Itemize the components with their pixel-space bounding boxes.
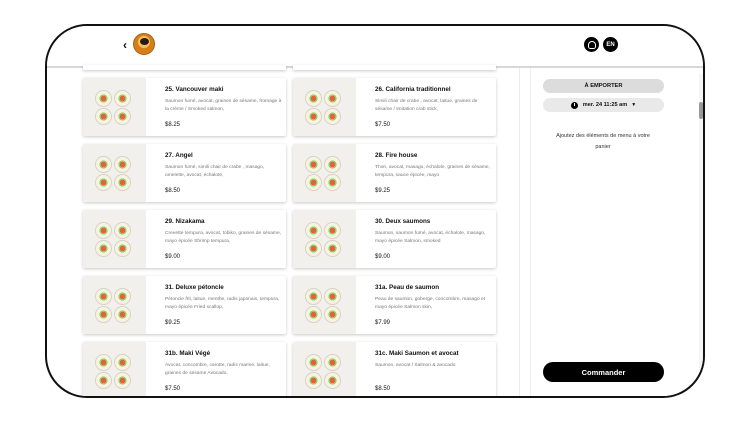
- clock-icon: [570, 101, 578, 109]
- menu-item-price: $8.25: [165, 122, 181, 128]
- menu-item-card[interactable]: 31a. Peau de saumon Peau de saumon, gobe…: [293, 276, 496, 334]
- menu-item-description: Thon, avocat, masago, échalote, graines …: [375, 165, 490, 178]
- order-button[interactable]: Commander: [543, 362, 664, 382]
- sushi-image: [83, 342, 146, 396]
- sushi-image: [293, 78, 356, 136]
- profile-glyph: [587, 40, 596, 49]
- menu-item-title: 27. Angel: [165, 152, 193, 159]
- sushi-image: [293, 276, 356, 334]
- language-button[interactable]: EN: [603, 37, 618, 52]
- menu-item-title: 31a. Peau de saumon: [375, 284, 440, 291]
- sushi-image: [83, 144, 146, 202]
- menu-item-price: $9.25: [375, 188, 391, 194]
- menu-item-title: 31b. Maki Végé: [165, 350, 211, 357]
- empty-cart-message: Ajoutez des éléments de menu à votre pan…: [556, 133, 650, 150]
- menu-item-title: 28. Fire house: [375, 152, 418, 159]
- menu-item-description: Avocat, concombre, carotte, radis mariné…: [165, 363, 270, 376]
- menu-item-card[interactable]: 30. Deux saumons Saumon, saumon fumé, av…: [293, 210, 496, 268]
- menu-item-price: $9.25: [165, 320, 181, 326]
- menu-item-price: $8.50: [375, 386, 391, 392]
- menu-item-description: Pétoncle frit, laitue, menthe, radis jap…: [165, 297, 280, 310]
- menu-item-title: 26. California traditionnel: [375, 86, 451, 93]
- sushi-image: [83, 210, 146, 268]
- partial-card-top: [83, 65, 286, 70]
- menu-cards: 25. Vancouver maki Saumon fumé, avocat, …: [83, 65, 503, 396]
- menu-item-price: $7.50: [375, 122, 391, 128]
- content-divider: [519, 68, 520, 396]
- sushi-image: [83, 78, 146, 136]
- menu-item-card[interactable]: 31c. Maki Saumon et avocat Saumon, avoca…: [293, 342, 496, 396]
- sushi-image: [293, 342, 356, 396]
- profile-icon[interactable]: [584, 37, 599, 52]
- top-navigation: ‹ EN: [47, 26, 703, 68]
- scrollbar-thumb[interactable]: [699, 102, 703, 119]
- menu-item-card[interactable]: 31b. Maki Végé Avocat, concombre, carott…: [83, 342, 286, 396]
- menu-item-description: Saumon fumé, avocat, graines de sésame, …: [165, 99, 282, 112]
- menu-item-title: 29. Nizakama: [165, 218, 205, 225]
- menu-item-card[interactable]: 27. Angel Saumon fumé, simili chair de c…: [83, 144, 286, 202]
- app-frame: ‹ EN 25. Vancouver maki Saumon fumé, avo…: [45, 24, 705, 398]
- pickup-time-selector[interactable]: mer. 24 11:25 am ▼: [543, 98, 664, 112]
- restaurant-logo[interactable]: [133, 33, 155, 55]
- menu-item-description: Saumon fumé, simili chair de crabe , mas…: [165, 165, 265, 178]
- menu-list-area[interactable]: 25. Vancouver maki Saumon fumé, avocat, …: [47, 65, 522, 396]
- caret-down-icon: ▼: [631, 102, 637, 108]
- menu-item-card[interactable]: 28. Fire house Thon, avocat, masago, éch…: [293, 144, 496, 202]
- menu-item-description: Peau de saumon, goberge, concombre, masa…: [375, 297, 486, 310]
- back-icon[interactable]: ‹: [123, 38, 127, 52]
- menu-item-card[interactable]: 25. Vancouver maki Saumon fumé, avocat, …: [83, 78, 286, 136]
- menu-item-description: Saumon, saumon fumé, avocat, échalote, m…: [375, 231, 486, 244]
- menu-item-price: $9.00: [375, 254, 391, 260]
- menu-item-description: Simili chair de crabe , avocat, laitue, …: [375, 99, 478, 112]
- menu-item-title: 25. Vancouver maki: [165, 86, 224, 93]
- menu-item-title: 30. Deux saumons: [375, 218, 431, 225]
- menu-item-description: Crevette tempura, avocat, tobiko, graine…: [165, 231, 282, 244]
- sushi-image: [293, 144, 356, 202]
- partial-card-top: [293, 65, 496, 70]
- sushi-image: [293, 210, 356, 268]
- menu-item-price: $8.50: [165, 188, 181, 194]
- cart-panel: À EMPORTER mer. 24 11:25 am ▼ Ajoutez de…: [530, 68, 667, 396]
- menu-item-card[interactable]: 26. California traditionnel Simili chair…: [293, 78, 496, 136]
- pickup-time-label: mer. 24 11:25 am: [582, 102, 628, 108]
- menu-item-title: 31. Deluxe pétoncle: [165, 284, 224, 291]
- menu-item-price: $9.00: [165, 254, 181, 260]
- menu-item-card[interactable]: 31. Deluxe pétoncle Pétoncle frit, laitu…: [83, 276, 286, 334]
- pickup-mode-button[interactable]: À EMPORTER: [543, 79, 664, 93]
- scrollbar-track[interactable]: [699, 74, 703, 394]
- menu-item-price: $7.50: [165, 386, 181, 392]
- menu-item-title: 31c. Maki Saumon et avocat: [375, 350, 459, 357]
- menu-item-description: Saumon, avocat / Salmon & avocado: [375, 363, 456, 368]
- menu-item-price: $7.99: [375, 320, 391, 326]
- sushi-image: [83, 276, 146, 334]
- menu-item-card[interactable]: 29. Nizakama Crevette tempura, avocat, t…: [83, 210, 286, 268]
